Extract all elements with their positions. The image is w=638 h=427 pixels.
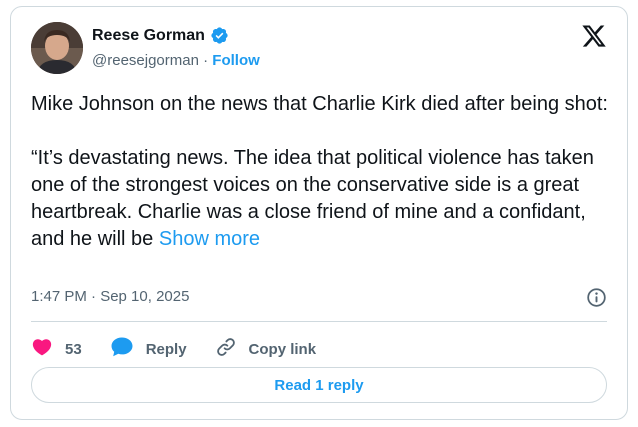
- link-icon: [215, 336, 249, 362]
- divider: [31, 321, 607, 322]
- copy-link-button[interactable]: Copy link: [215, 336, 317, 362]
- avatar[interactable]: [31, 22, 83, 74]
- tweet-actions: 53 Reply Copy link: [31, 333, 344, 365]
- speech-bubble-icon: [110, 336, 146, 362]
- heart-icon: [31, 336, 65, 362]
- handle-separator: ·: [203, 52, 209, 69]
- author-name-row: Reese Gorman: [92, 26, 229, 45]
- tweet-timestamp[interactable]: 1:47 PM · Sep 10, 2025: [31, 288, 189, 305]
- copy-link-label: Copy link: [248, 340, 317, 358]
- read-replies-button[interactable]: Read 1 reply: [31, 367, 607, 403]
- like-count: 53: [65, 340, 82, 358]
- author-handle-row: @reesejgorman · Follow: [92, 52, 260, 69]
- show-more-link[interactable]: Show more: [159, 228, 260, 250]
- tweet-text: Mike Johnson on the news that Charlie Ki…: [31, 93, 608, 250]
- like-button[interactable]: 53: [31, 336, 82, 362]
- author-handle[interactable]: @reesejgorman: [92, 52, 199, 69]
- reply-button[interactable]: Reply: [110, 336, 187, 362]
- verified-badge-icon: [210, 26, 229, 45]
- avatar-image: [31, 22, 83, 74]
- x-logo-icon[interactable]: [581, 23, 607, 49]
- info-icon[interactable]: [586, 287, 607, 308]
- tweet-body: Mike Johnson on the news that Charlie Ki…: [31, 91, 616, 253]
- author-display-name[interactable]: Reese Gorman: [92, 27, 205, 45]
- follow-button[interactable]: Follow: [212, 52, 260, 69]
- tweet-card: Reese Gorman @reesejgorman · Follow Mike…: [10, 6, 628, 420]
- reply-label: Reply: [145, 340, 187, 358]
